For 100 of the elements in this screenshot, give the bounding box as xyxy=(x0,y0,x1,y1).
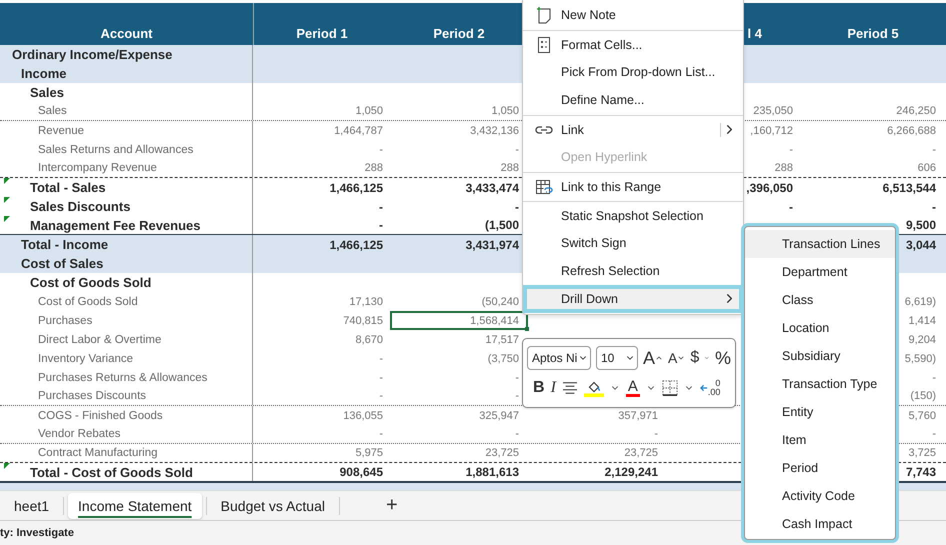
value-cell: 6,513,544 xyxy=(882,180,936,194)
sheet-tab[interactable]: Income Statement xyxy=(68,492,202,518)
value-cell: - xyxy=(932,428,936,440)
value-cell: - xyxy=(789,144,793,156)
account-cell: Intercompany Revenue xyxy=(38,162,157,174)
account-cell: Revenue xyxy=(38,124,84,136)
value-cell: (3,750 xyxy=(488,352,519,364)
triangle-icon xyxy=(4,197,10,203)
account-cell: Direct Labor & Overtime xyxy=(38,334,162,346)
value-cell: 7,743 xyxy=(906,465,936,479)
account-cell: Vendor Rebates xyxy=(38,428,120,440)
submenu-item[interactable]: Entity xyxy=(745,398,895,426)
account-cell: COGS - Finished Goods xyxy=(38,410,163,422)
value-cell: (1,500 xyxy=(484,218,519,232)
value-cell: 2,129,241 xyxy=(604,465,658,479)
fill-handle[interactable] xyxy=(525,327,529,331)
value-cell: 288 xyxy=(500,162,519,174)
value-cell: 3,433,474 xyxy=(466,180,519,194)
menu-item[interactable]: Switch Sign xyxy=(523,229,743,257)
menu-item[interactable]: Refresh Selection xyxy=(523,257,743,285)
value-cell: - xyxy=(379,352,383,364)
menu-item[interactable]: Static Snapshot Selection xyxy=(523,201,743,229)
sheet-tab[interactable]: Budget vs Actual xyxy=(210,492,335,518)
triangle-icon xyxy=(4,463,10,469)
value-cell: 1,050 xyxy=(355,105,383,117)
borders-icon[interactable] xyxy=(662,380,678,396)
value-cell: ,396,050 xyxy=(746,180,793,194)
account-cell: Sales Discounts xyxy=(30,199,130,214)
value-cell: - xyxy=(515,144,519,156)
range-link-icon xyxy=(535,178,553,196)
value-cell: 908,645 xyxy=(340,465,383,479)
value-cell: 246,250 xyxy=(896,105,936,117)
align-center-icon[interactable] xyxy=(562,381,578,395)
font-size-field[interactable]: 10 xyxy=(596,346,638,370)
value-cell: - xyxy=(515,428,519,440)
account-cell: Ordinary Income/Expense xyxy=(12,47,172,62)
submenu-item[interactable]: Item xyxy=(745,426,895,454)
value-cell: 6,619) xyxy=(904,296,936,308)
font-color-button[interactable]: A xyxy=(626,379,640,397)
menu-item[interactable]: Link xyxy=(523,115,743,143)
account-cell: Purchases Returns & Allowances xyxy=(38,372,208,384)
submenu-item[interactable]: Transaction Lines xyxy=(745,230,895,258)
menu-item[interactable]: Pick From Drop-down List... xyxy=(523,58,743,86)
account-cell: Cost of Goods Sold xyxy=(38,296,138,308)
note-add-icon xyxy=(535,6,553,24)
column-header: Period 1 xyxy=(296,26,348,41)
status-text: ty: Investigate xyxy=(0,527,74,539)
account-cell: Income xyxy=(21,66,67,81)
account-cell: Cost of Sales xyxy=(21,256,104,271)
value-cell: 288 xyxy=(364,162,383,174)
italic-button[interactable]: I xyxy=(550,380,556,396)
add-sheet-button[interactable]: + xyxy=(380,493,404,518)
account-cell: Management Fee Revenues xyxy=(30,218,201,232)
value-cell: 3,725 xyxy=(908,447,936,459)
submenu-item[interactable]: Location xyxy=(745,314,895,342)
value-cell: 23,725 xyxy=(485,447,519,459)
menu-item[interactable]: New Note xyxy=(523,1,743,29)
value-cell: 5,760 xyxy=(908,410,936,422)
value-cell: (150) xyxy=(910,390,936,402)
font-name-field[interactable]: Aptos Ni xyxy=(527,346,591,370)
value-cell: 288 xyxy=(774,162,793,174)
account-cell: Purchases Discounts xyxy=(38,390,146,402)
value-cell: 17,130 xyxy=(349,296,383,308)
menu-item[interactable]: Define Name... xyxy=(523,86,743,114)
value-cell: 1,050 xyxy=(491,105,519,117)
percent-button[interactable]: % xyxy=(714,349,731,367)
increase-font-button[interactable]: A xyxy=(643,349,664,367)
sheet-tab[interactable]: heet1 xyxy=(4,492,60,518)
value-cell: 3,044 xyxy=(906,238,936,252)
account-cell: Total - Cost of Goods Sold xyxy=(30,464,193,480)
value-cell: - xyxy=(379,144,383,156)
account-cell: Sales xyxy=(38,105,67,117)
value-cell: - xyxy=(515,372,519,384)
submenu-item[interactable]: Transaction Type xyxy=(745,370,895,398)
value-cell: 5,975 xyxy=(355,447,383,459)
submenu-item[interactable]: Subsidiary xyxy=(745,342,895,370)
value-cell: 325,947 xyxy=(479,410,519,422)
value-cell: 1,466,125 xyxy=(330,238,383,252)
decrease-decimal-button[interactable]: 0 .00 xyxy=(700,379,720,397)
submenu-item[interactable]: Period xyxy=(745,454,895,482)
value-cell: - xyxy=(379,372,383,384)
submenu-item[interactable]: Cash Impact xyxy=(745,510,895,538)
submenu-item[interactable]: Department xyxy=(745,258,895,286)
menu-item[interactable]: Drill Down xyxy=(523,285,743,313)
currency-button[interactable]: $ xyxy=(690,350,700,366)
account-cell: Sales xyxy=(30,85,64,100)
submenu-item[interactable]: Activity Code xyxy=(745,482,895,510)
column-header: Period 2 xyxy=(433,26,485,41)
bold-button[interactable]: B xyxy=(533,380,545,396)
value-cell: 1,881,613 xyxy=(466,465,519,479)
value-cell: - xyxy=(379,200,383,214)
value-cell: - xyxy=(379,218,383,232)
value-cell: 1,414 xyxy=(908,314,936,326)
selected-cell[interactable]: 1,568,414 xyxy=(390,311,528,330)
account-cell: Inventory Variance xyxy=(38,352,134,364)
decrease-font-button[interactable]: A xyxy=(668,351,686,365)
value-cell: 606 xyxy=(918,162,936,174)
menu-item[interactable]: Format Cells... xyxy=(523,30,743,58)
menu-item[interactable]: Link to this Range xyxy=(523,172,743,200)
submenu-item[interactable]: Class xyxy=(745,286,895,314)
